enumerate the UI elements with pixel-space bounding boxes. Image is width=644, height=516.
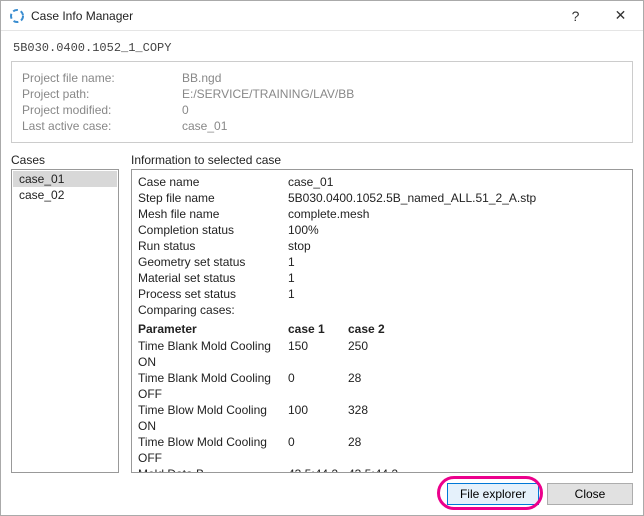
section-headers: Cases Information to selected case <box>11 153 633 167</box>
compare-cell: 28 <box>348 434 428 466</box>
info-label: Step file name <box>138 190 288 206</box>
info-value: 5B030.0400.1052.5B_named_ALL.51_2_A.stp <box>288 190 626 206</box>
compare-cell: 100 <box>288 402 348 434</box>
compare-header-cell: case 1 <box>288 320 348 338</box>
info-label: Geometry set status <box>138 254 288 270</box>
compare-cell: 43.5;44.2 944;206.2 ;22.1472; -209.2;-3;… <box>348 466 428 472</box>
info-label: Material set status <box>138 270 288 286</box>
meta-label: Last active case: <box>22 118 182 134</box>
window-close-button[interactable]: ✕ <box>598 1 643 30</box>
compare-row: Time Blow Mold Cooling ON100328 <box>138 402 626 434</box>
meta-value: 0 <box>182 102 622 118</box>
info-label: Run status <box>138 238 288 254</box>
info-row: Completion status100% <box>138 222 626 238</box>
info-scroll[interactable]: Case namecase_01Step file name5B030.0400… <box>132 170 632 472</box>
compare-row: Time Blank Mold Cooling OFF028 <box>138 370 626 402</box>
meta-row: Project path:E:/SERVICE/TRAINING/LAV/BB <box>22 86 622 102</box>
compare-row: Time Blank Mold Cooling ON150250 <box>138 338 626 370</box>
list-item[interactable]: case_02 <box>13 187 117 203</box>
info-row: Case namecase_01 <box>138 174 626 190</box>
info-label: Completion status <box>138 222 288 238</box>
compare-row: Time Blow Mold Cooling OFF028 <box>138 434 626 466</box>
info-row: Mesh file namecomplete.mesh <box>138 206 626 222</box>
compare-cell: 43.5;44.2 944;206.2 ;22.1472; -209.2;-3;… <box>288 466 348 472</box>
info-row: Geometry set status1 <box>138 254 626 270</box>
compare-cell: Time Blank Mold Cooling OFF <box>138 370 288 402</box>
compare-cell: Time Blow Mold Cooling ON <box>138 402 288 434</box>
meta-row: Project file name:BB.ngd <box>22 70 622 86</box>
compare-cell: Time Blow Mold Cooling OFF <box>138 434 288 466</box>
file-explorer-button[interactable]: File explorer <box>447 483 539 505</box>
meta-row: Last active case:case_01 <box>22 118 622 134</box>
compare-cell: 28 <box>348 370 428 402</box>
meta-value: BB.ngd <box>182 70 622 86</box>
info-label: Process set status <box>138 286 288 302</box>
cases-header: Cases <box>11 153 119 167</box>
meta-label: Project path: <box>22 86 182 102</box>
dialog-window: Case Info Manager ? ✕ 5B030.0400.1052_1_… <box>0 0 644 516</box>
info-header: Information to selected case <box>131 153 633 167</box>
info-value <box>288 302 626 318</box>
window-title: Case Info Manager <box>31 9 553 23</box>
info-label: Comparing cases: <box>138 302 288 318</box>
info-label: Mesh file name <box>138 206 288 222</box>
info-value: 100% <box>288 222 626 238</box>
window-buttons: ? ✕ <box>553 1 643 30</box>
compare-cell: 150 <box>288 338 348 370</box>
compare-cell: 0 <box>288 370 348 402</box>
help-button[interactable]: ? <box>553 1 598 30</box>
compare-cell: Time Blank Mold Cooling ON <box>138 338 288 370</box>
list-item[interactable]: case_01 <box>13 171 117 187</box>
meta-label: Project file name: <box>22 70 182 86</box>
info-row: Comparing cases: <box>138 302 626 318</box>
meta-row: Project modified:0 <box>22 102 622 118</box>
info-row: Step file name5B030.0400.1052.5B_named_A… <box>138 190 626 206</box>
compare-cell: 250 <box>348 338 428 370</box>
close-button[interactable]: Close <box>547 483 633 505</box>
compare-header: Parametercase 1case 2 <box>138 320 626 338</box>
compare-cell: Mold Data B <box>138 466 288 472</box>
info-row: Material set status1 <box>138 270 626 286</box>
compare-header-cell: Parameter <box>138 320 288 338</box>
info-value: stop <box>288 238 626 254</box>
header-code: 5B030.0400.1052_1_COPY <box>11 37 633 61</box>
info-value: 1 <box>288 270 626 286</box>
client-area: 5B030.0400.1052_1_COPY Project file name… <box>1 31 643 515</box>
info-label: Case name <box>138 174 288 190</box>
app-icon <box>9 8 25 24</box>
info-value: complete.mesh <box>288 206 626 222</box>
compare-header-cell: case 2 <box>348 320 428 338</box>
footer: File explorer Close <box>11 473 633 505</box>
meta-label: Project modified: <box>22 102 182 118</box>
project-meta-box: Project file name:BB.ngdProject path:E:/… <box>11 61 633 143</box>
meta-value: case_01 <box>182 118 622 134</box>
compare-cell: 328 <box>348 402 428 434</box>
info-value: case_01 <box>288 174 626 190</box>
info-row: Process set status1 <box>138 286 626 302</box>
compare-row: Mold Data B43.5;44.2 944;206.2 ;22.1472;… <box>138 466 626 472</box>
compare-cell: 0 <box>288 434 348 466</box>
info-value: 1 <box>288 254 626 270</box>
split-row: case_01case_02 Case namecase_01Step file… <box>11 169 633 473</box>
meta-value: E:/SERVICE/TRAINING/LAV/BB <box>182 86 622 102</box>
info-value: 1 <box>288 286 626 302</box>
info-box: Case namecase_01Step file name5B030.0400… <box>131 169 633 473</box>
titlebar: Case Info Manager ? ✕ <box>1 1 643 31</box>
info-row: Run statusstop <box>138 238 626 254</box>
cases-list[interactable]: case_01case_02 <box>11 169 119 473</box>
